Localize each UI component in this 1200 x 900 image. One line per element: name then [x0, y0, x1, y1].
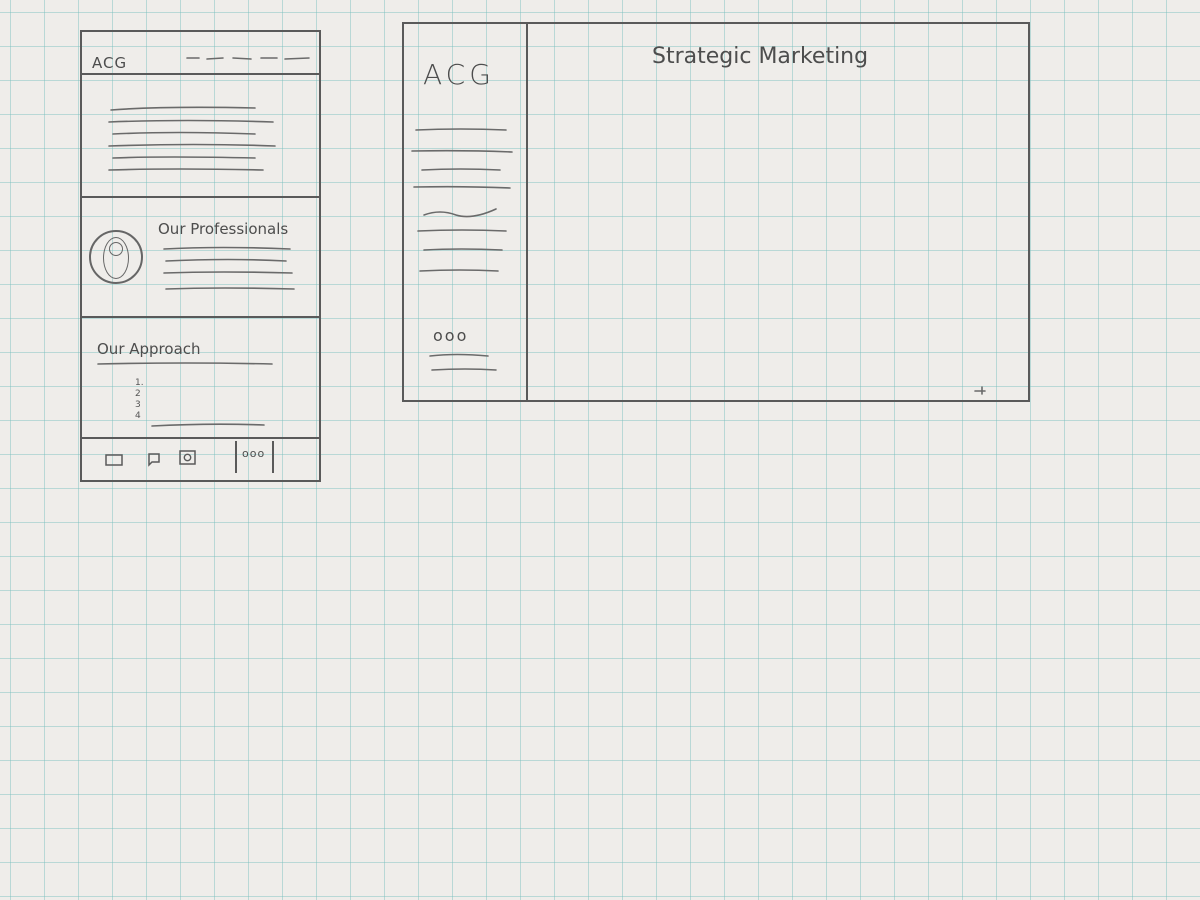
- desktop-sidebar-divider: [526, 24, 528, 400]
- footer-more-button[interactable]: ooo: [242, 447, 265, 460]
- camera-icon[interactable]: [178, 449, 198, 467]
- page-title: Strategic Marketing: [652, 44, 869, 69]
- desktop-sidebar-nav[interactable]: [410, 125, 520, 280]
- footer-separator-right: [272, 441, 274, 473]
- mobile-footer-divider: [80, 437, 321, 439]
- mobile-logo[interactable]: ACG: [92, 54, 127, 72]
- approach-list-line: [151, 423, 265, 427]
- mobile-professionals-divider: [80, 316, 321, 318]
- avatar: [89, 230, 143, 284]
- mobile-header-divider: [80, 73, 321, 75]
- footer-separator-left: [235, 441, 237, 473]
- resize-mark: [974, 386, 986, 395]
- approach-underline: [97, 362, 273, 365]
- sidebar-footer-text: [429, 353, 497, 371]
- mobile-hero-text: [108, 106, 276, 171]
- desktop-logo[interactable]: ACG: [423, 58, 495, 91]
- list-item: 1.: [135, 378, 144, 388]
- professionals-text: [163, 246, 295, 290]
- list-item: 2: [135, 389, 141, 399]
- sidebar-more-button[interactable]: ooo: [433, 326, 468, 345]
- approach-heading: Our Approach: [97, 340, 201, 358]
- professionals-heading: Our Professionals: [158, 220, 289, 238]
- chat-icon[interactable]: [146, 451, 162, 467]
- approach-list: 1. 2 3 4: [135, 378, 144, 422]
- list-item: 4: [135, 411, 141, 421]
- list-item: 3: [135, 400, 141, 410]
- mobile-nav-links[interactable]: [185, 52, 315, 66]
- mobile-hero-divider: [80, 196, 321, 198]
- monitor-icon[interactable]: [104, 453, 124, 467]
